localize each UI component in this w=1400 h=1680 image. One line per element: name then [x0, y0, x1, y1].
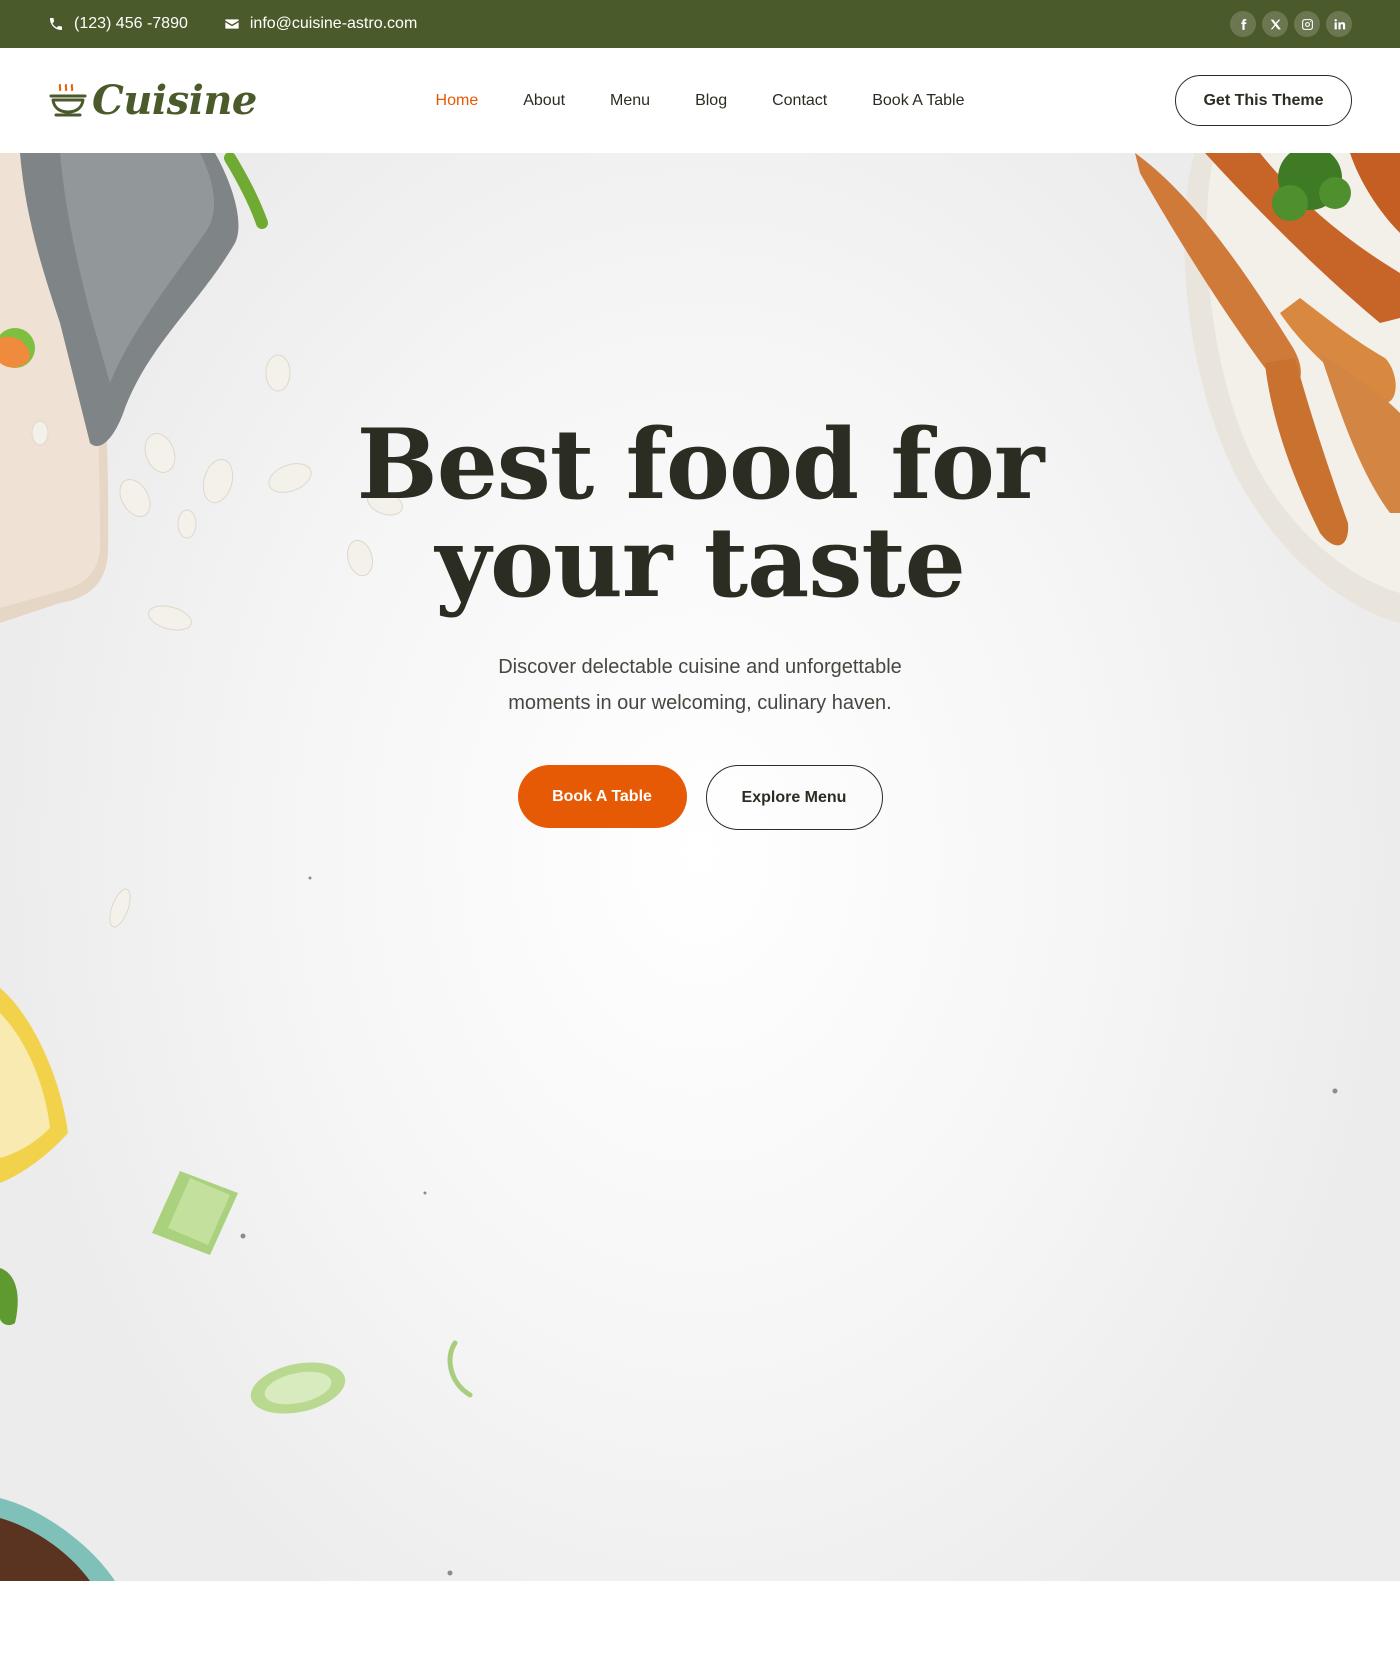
facebook-link[interactable]	[1230, 11, 1256, 37]
email-contact[interactable]: info@cuisine-astro.com	[224, 15, 417, 33]
explore-menu-button[interactable]: Explore Menu	[705, 765, 883, 830]
phone-icon	[50, 18, 62, 30]
facebook-icon	[1240, 18, 1246, 30]
soup-bowl-icon	[49, 83, 87, 116]
hero-title-line-1: Best food for	[356, 408, 1045, 521]
envelope-icon	[225, 19, 239, 29]
nav-blog[interactable]: Blog	[695, 92, 727, 110]
get-this-theme-button[interactable]: Get This Theme	[1175, 75, 1352, 126]
hero-section: Best food for your taste Discover delect…	[0, 153, 1400, 1581]
hero-subtitle: Discover delectable cuisine and unforget…	[400, 649, 1000, 721]
hero-title-line-2: your taste	[435, 506, 966, 619]
x-link[interactable]	[1262, 11, 1288, 37]
linkedin-icon	[1334, 18, 1345, 29]
hero-title: Best food for your taste	[300, 416, 1100, 612]
nav-contact[interactable]: Contact	[772, 92, 827, 110]
nav-about[interactable]: About	[523, 92, 565, 110]
hero-subtitle-line-2: moments in our welcoming, culinary haven…	[508, 692, 892, 714]
social-links	[1230, 11, 1352, 37]
logo[interactable]: Cuisine	[48, 77, 257, 124]
instagram-link[interactable]	[1294, 11, 1320, 37]
nav-book-a-table[interactable]: Book A Table	[872, 92, 964, 110]
linkedin-link[interactable]	[1326, 11, 1352, 37]
phone-number: (123) 456 -7890	[74, 15, 188, 32]
nav-menu[interactable]: Menu	[610, 92, 650, 110]
book-a-table-button[interactable]: Book A Table	[517, 765, 687, 828]
hero-buttons: Book A Table Explore Menu	[0, 765, 1400, 830]
logo-text: Cuisine	[92, 77, 257, 124]
hero-background-food-image	[0, 153, 1400, 1581]
x-icon	[1270, 19, 1281, 29]
main-header: Cuisine Home About Menu Blog Contact Boo…	[0, 48, 1400, 153]
nav-home[interactable]: Home	[436, 92, 479, 110]
top-bar: (123) 456 -7890 info@cuisine-astro.com	[0, 0, 1400, 48]
hero-subtitle-line-1: Discover delectable cuisine and unforget…	[498, 656, 902, 678]
instagram-icon	[1301, 18, 1313, 30]
phone-contact[interactable]: (123) 456 -7890	[48, 15, 188, 33]
email-address: info@cuisine-astro.com	[249, 15, 418, 32]
